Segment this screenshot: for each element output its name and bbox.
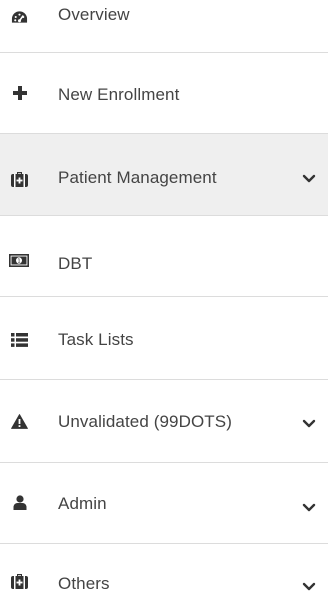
sidebar-item-label: Admin <box>58 494 107 513</box>
chevron-down-icon <box>302 174 316 183</box>
sidebar-item-patient-management[interactable]: Patient Management <box>0 134 328 215</box>
chevron-down-icon <box>302 419 316 428</box>
sidebar-item-label: New Enrollment <box>58 85 180 104</box>
chevron-down-icon <box>302 503 316 512</box>
chevron-down-icon <box>302 582 316 591</box>
sidebar-item-label: Others <box>58 574 110 593</box>
sidebar-item-dbt[interactable]: 1 DBT <box>0 216 328 296</box>
sidebar-item-label: DBT <box>58 254 93 273</box>
sidebar-item-label: Unvalidated (99DOTS) <box>58 412 232 431</box>
svg-text:1: 1 <box>17 259 21 265</box>
sidebar-item-new-enrollment[interactable]: New Enrollment <box>0 53 328 133</box>
plus-icon <box>11 84 28 101</box>
sidebar-item-unvalidated[interactable]: Unvalidated (99DOTS) <box>0 380 328 462</box>
sidebar-nav: Overview New Enrollment Patient Manageme… <box>0 0 328 600</box>
sidebar-item-label: Task Lists <box>58 330 134 349</box>
medkit-icon <box>11 573 28 590</box>
sidebar-item-label: Overview <box>58 5 130 24</box>
warning-icon <box>11 413 28 430</box>
sidebar-item-task-lists[interactable]: Task Lists <box>0 297 328 379</box>
sidebar-item-others[interactable]: Others <box>0 544 328 600</box>
sidebar-item-admin[interactable]: Admin <box>0 463 328 543</box>
medkit-icon <box>11 171 28 188</box>
sidebar-item-label: Patient Management <box>58 168 217 187</box>
dashboard-icon <box>11 8 28 25</box>
user-icon <box>11 494 28 511</box>
sidebar-item-overview[interactable]: Overview <box>0 0 328 52</box>
money-icon: 1 <box>9 252 29 269</box>
list-icon <box>11 331 28 348</box>
